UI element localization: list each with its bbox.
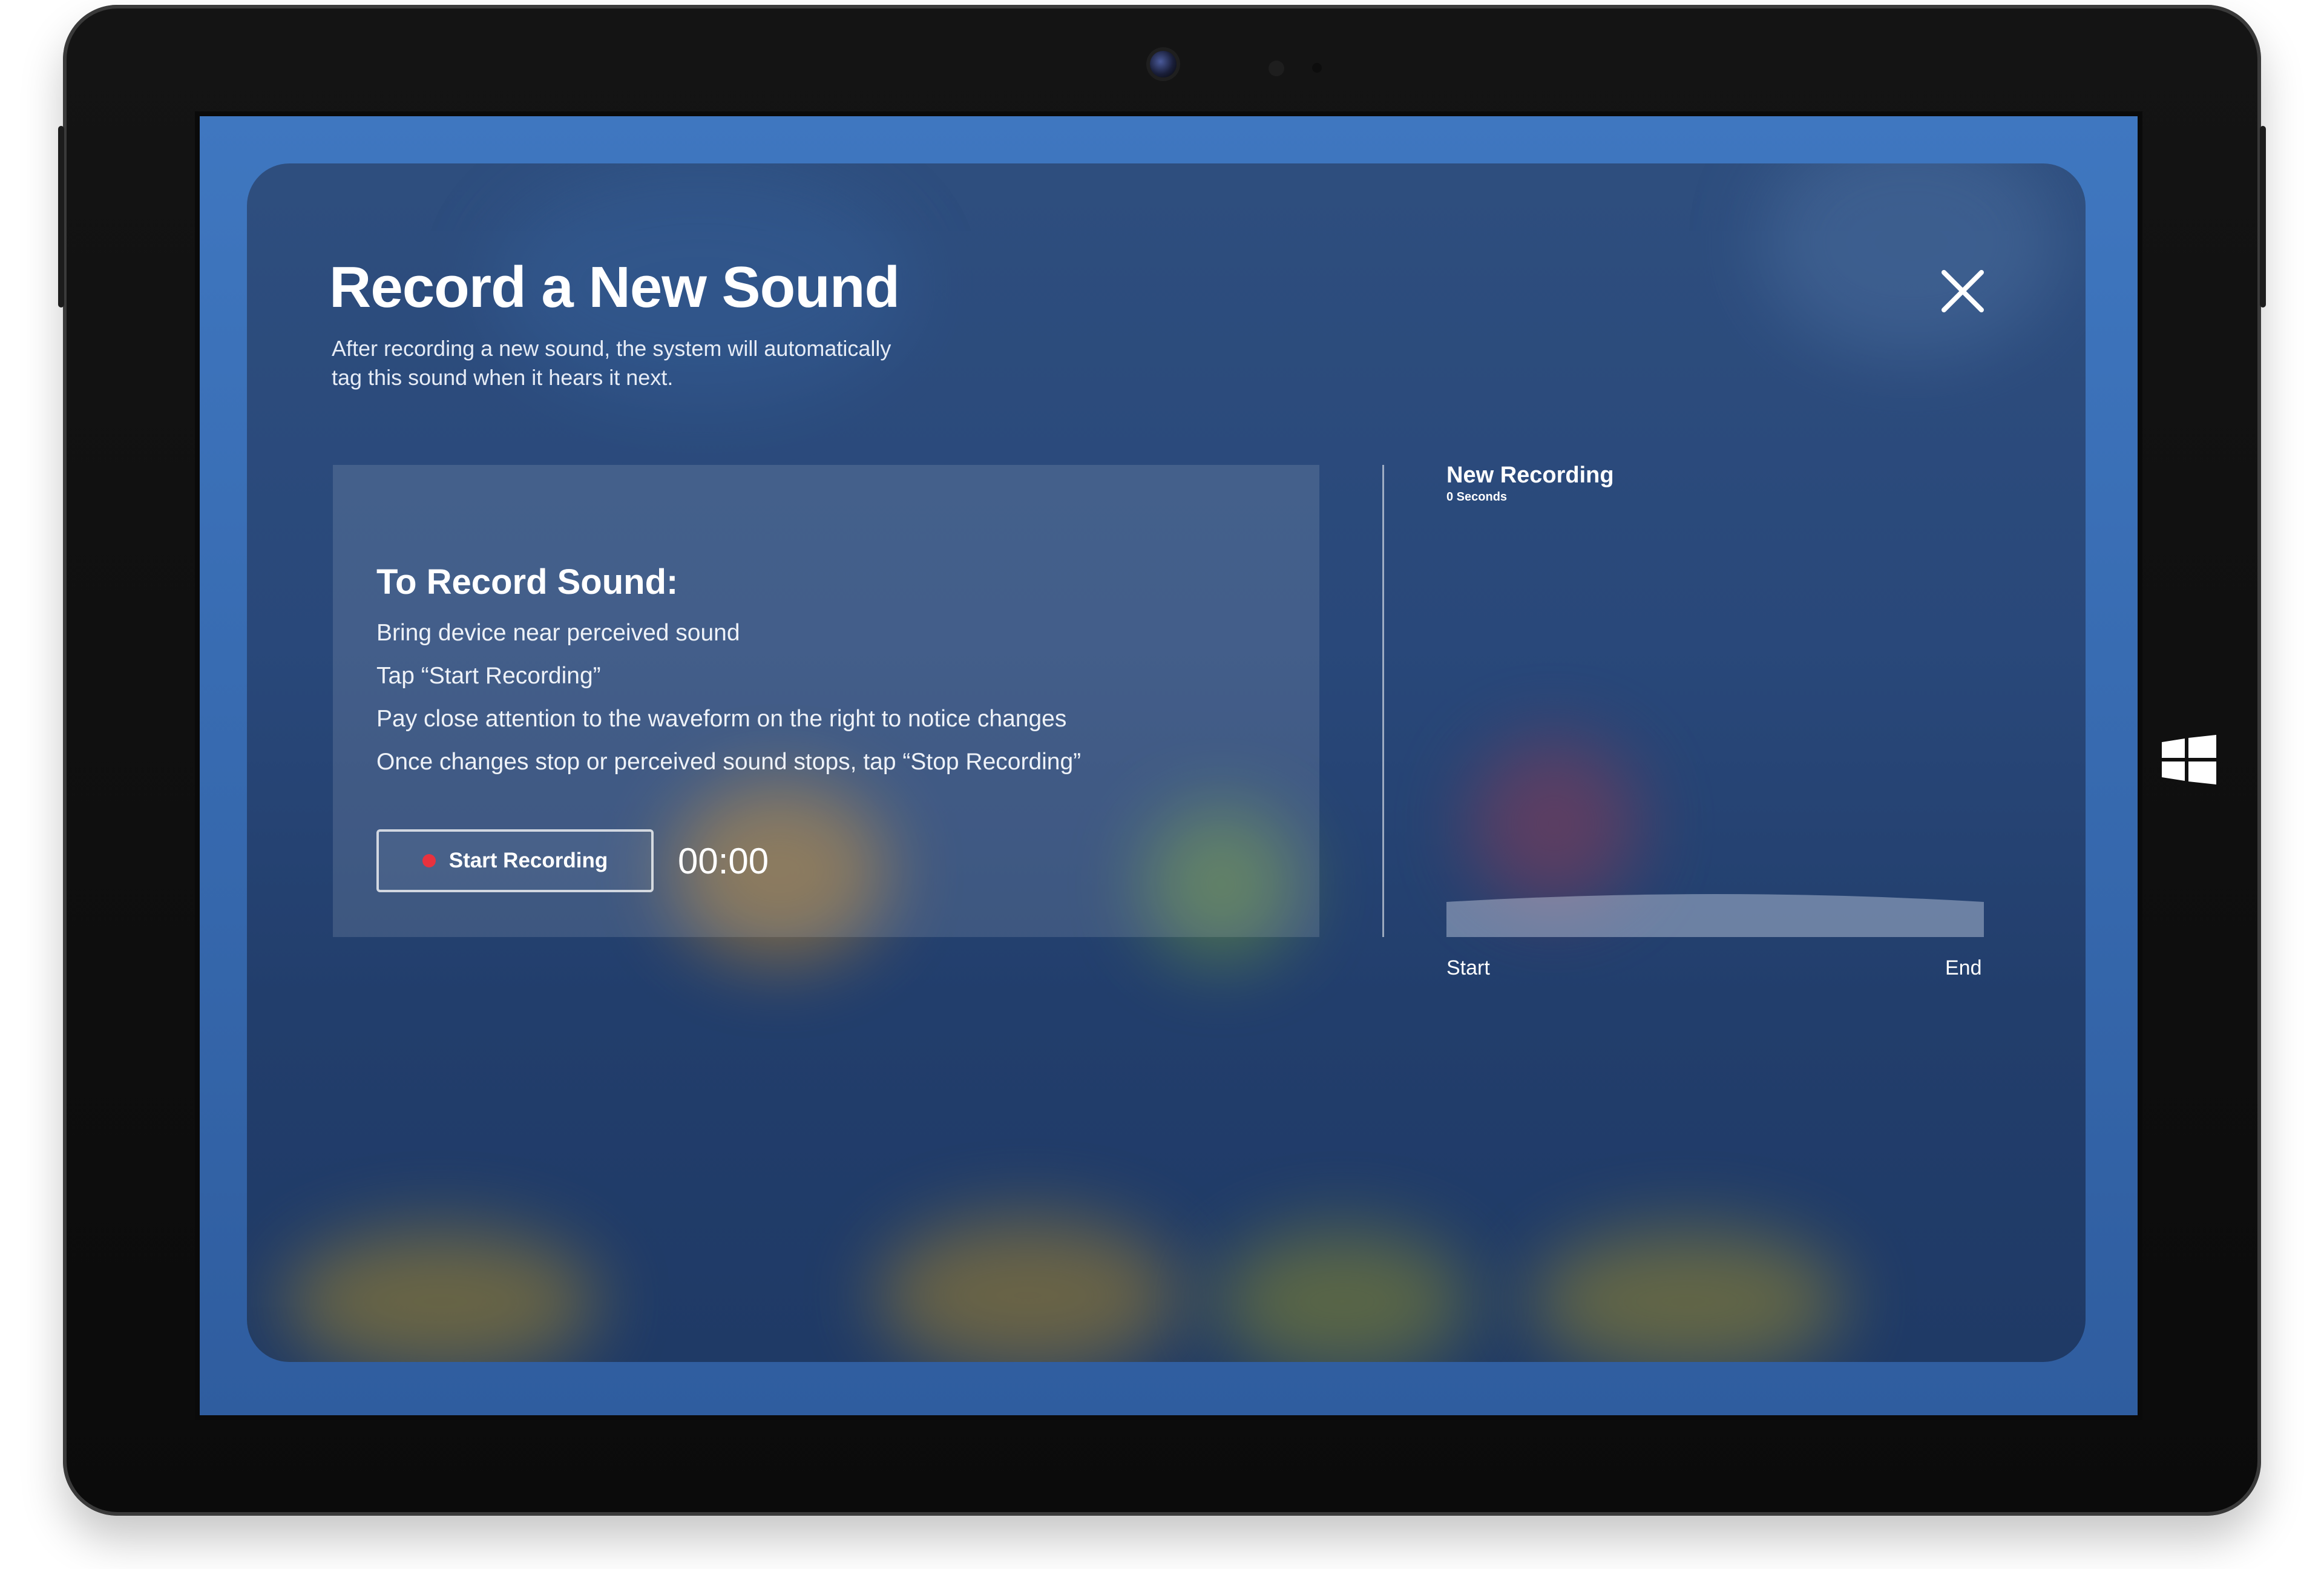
record-dot-icon [422, 854, 436, 867]
sensor-dot [1269, 61, 1284, 76]
instruction-step: Once changes stop or perceived sound sto… [376, 749, 1082, 775]
instruction-step: Tap “Start Recording” [376, 663, 601, 689]
recording-title: New Recording [1446, 462, 1614, 488]
instructions-heading: To Record Sound: [376, 562, 678, 602]
start-recording-label: Start Recording [448, 849, 608, 872]
bg-light [283, 1229, 598, 1362]
stage: Record a New Sound After recording a new… [0, 0, 2324, 1569]
waveform-shape [1446, 894, 1984, 937]
vertical-divider [1382, 465, 1384, 937]
side-button-left [58, 126, 64, 308]
dialog-title: Record a New Sound [329, 255, 900, 320]
sensor-dot-small [1312, 63, 1322, 73]
waveform [1446, 894, 1984, 937]
subtitle-line-1: After recording a new sound, the system … [332, 336, 891, 361]
subtitle-line-2: tag this sound when it hears it next. [332, 365, 674, 390]
instruction-step: Bring device near perceived sound [376, 620, 740, 646]
bg-light [1530, 1229, 1845, 1362]
front-camera [1150, 51, 1177, 77]
waveform-start-label: Start [1446, 956, 1490, 979]
instruction-step: Pay close attention to the waveform on t… [376, 706, 1067, 732]
bg-light [1215, 1229, 1469, 1362]
bg-light [1469, 738, 1639, 908]
bg-light [876, 1217, 1179, 1362]
record-dialog: Record a New Sound After recording a new… [247, 163, 2086, 1362]
instructions-list: Bring device near perceived sound Tap “S… [376, 611, 1081, 783]
dialog-subtitle: After recording a new sound, the system … [332, 334, 937, 392]
close-icon [1942, 270, 1984, 312]
windows-logo-icon[interactable] [2162, 735, 2216, 784]
recording-timer: 00:00 [678, 841, 769, 881]
side-button-right [2260, 126, 2266, 308]
recording-duration: 0 Seconds [1446, 490, 1508, 504]
close-button[interactable] [1935, 264, 1990, 318]
instructions-card: To Record Sound: Bring device near perce… [333, 465, 1319, 937]
screen: Record a New Sound After recording a new… [195, 111, 2142, 1420]
bg-light [1760, 163, 2063, 357]
start-recording-button[interactable]: Start Recording [376, 829, 654, 892]
waveform-end-label: End [1945, 956, 1982, 979]
